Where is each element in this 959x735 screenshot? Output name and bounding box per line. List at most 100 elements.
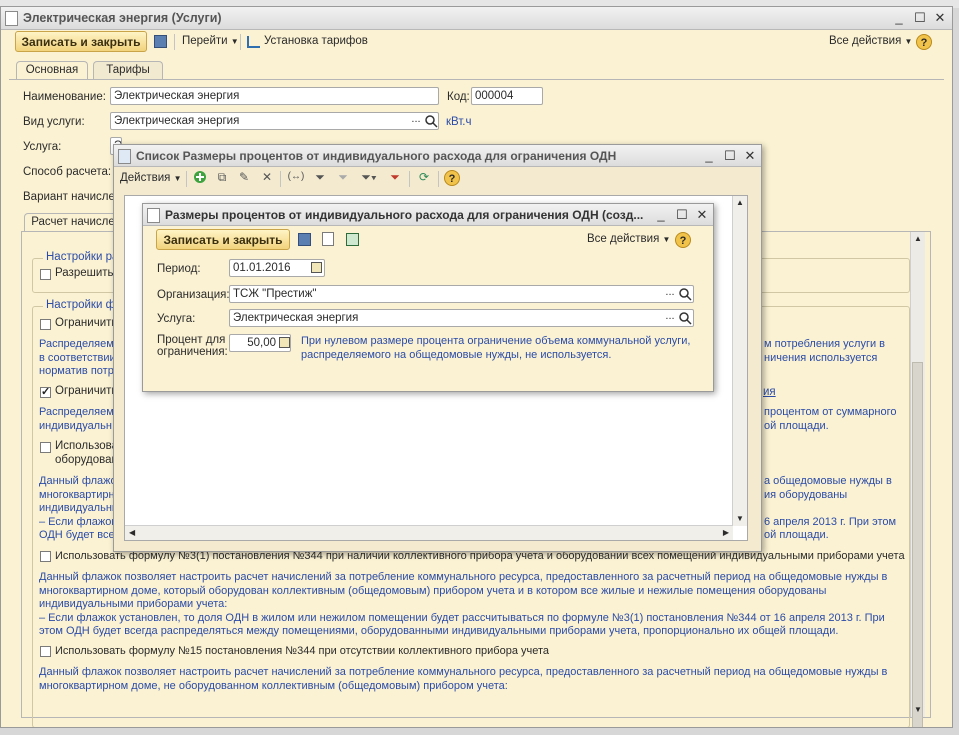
filter-icon[interactable]: ⏷	[311, 168, 329, 186]
help-icon[interactable]: ?	[916, 34, 932, 50]
formula15-label: Использовать формулу №15 постановления №…	[55, 645, 550, 657]
scroll-left-icon[interactable]: ◀	[129, 526, 135, 540]
post-icon[interactable]	[346, 233, 359, 246]
calendar-icon[interactable]	[311, 262, 322, 273]
percent-label-line: ограничения:	[157, 346, 228, 358]
settings-group-1-title: Настройки ра	[43, 251, 122, 263]
interval-icon[interactable]: (↔)	[286, 168, 306, 186]
tab-line	[9, 79, 944, 80]
desc3-line: индивидуальны	[39, 502, 120, 514]
minimize-icon[interactable]: _	[653, 207, 669, 222]
formula3-checkbox[interactable]	[40, 551, 51, 562]
select-button[interactable]: ...	[661, 285, 679, 303]
limit-label-1: Ограничить	[55, 317, 118, 329]
help-icon[interactable]: ?	[444, 170, 460, 186]
close-icon[interactable]: ✕	[742, 148, 758, 163]
chart-icon	[247, 36, 260, 48]
allow-label: Разрешить	[55, 267, 114, 279]
dialog-service-field[interactable]: Электрическая энергия	[229, 309, 694, 327]
filter-clear-icon[interactable]: ⏷	[386, 168, 404, 186]
formula15-checkbox[interactable]	[40, 646, 51, 657]
unit-link[interactable]: кВт.ч	[446, 116, 472, 128]
calc-method-label: Способ расчета:	[23, 166, 112, 178]
dialog-all-actions-label: Все действия	[587, 233, 660, 245]
minimize-icon[interactable]: _	[701, 148, 717, 163]
scroll-right-icon[interactable]: ▶	[723, 526, 729, 540]
name-field[interactable]: Электрическая энергия	[110, 87, 439, 105]
limit-checkbox-2[interactable]	[40, 385, 51, 398]
select-button[interactable]: ...	[407, 112, 425, 130]
close-icon[interactable]: ✕	[932, 10, 948, 25]
minimize-icon[interactable]: _	[891, 10, 907, 25]
scroll-thumb[interactable]	[912, 362, 923, 727]
refresh-icon[interactable]: ⟳	[415, 168, 433, 186]
tab-tariffs[interactable]: Тарифы	[93, 61, 163, 80]
maximize-icon[interactable]: ☐	[722, 148, 738, 163]
main-scrollbar[interactable]: ▲ ▼	[910, 232, 925, 727]
desc1-right-line: ничения используется	[764, 351, 878, 364]
delete-icon[interactable]: ✕	[259, 168, 275, 186]
list-scrollbar[interactable]: ▲ ▼	[732, 196, 747, 526]
save-icon[interactable]	[154, 35, 167, 48]
allow-checkbox[interactable]	[40, 269, 51, 280]
add-icon[interactable]	[192, 168, 208, 189]
desc2-right-line: ой площади.	[764, 419, 829, 432]
dialog-save-close-button[interactable]: Записать и закрыть	[156, 229, 290, 250]
dialog-all-actions-menu[interactable]: Все действия ▼	[587, 233, 670, 245]
desc1-right: м потребления услуги в ничения используе…	[764, 338, 885, 365]
chevron-down-icon: ▼	[662, 235, 671, 244]
goto-menu[interactable]: Перейти ▼	[182, 35, 239, 47]
chevron-down-icon: ▼	[230, 37, 239, 46]
help-icon[interactable]: ?	[675, 232, 691, 248]
edit-icon[interactable]: ✎	[236, 168, 252, 186]
dialog-titlebar: Размеры процентов от индивидуального рас…	[143, 204, 713, 226]
tab-calc[interactable]: Расчет начисле	[24, 213, 122, 232]
filter-disabled-icon[interactable]: ⏷	[334, 168, 352, 186]
org-field[interactable]: ТСЖ "Престиж"	[229, 285, 694, 303]
toolbar-separator	[186, 171, 187, 187]
search-icon[interactable]	[678, 287, 692, 301]
dialog-service-label: Услуга:	[157, 313, 196, 325]
dialog-window: Размеры процентов от индивидуального рас…	[142, 203, 714, 392]
scroll-up-icon[interactable]: ▲	[733, 196, 747, 210]
use-checkbox[interactable]	[40, 442, 51, 453]
maximize-icon[interactable]: ☐	[912, 10, 928, 25]
toolbar-separator	[174, 34, 175, 50]
limit-link[interactable]: ия	[763, 386, 776, 398]
select-button[interactable]: ...	[661, 309, 679, 327]
save-close-button[interactable]: Записать и закрыть	[15, 31, 147, 52]
desc3-right-line: ия оборудованы	[764, 488, 848, 501]
scroll-down-icon[interactable]: ▼	[733, 512, 747, 526]
scroll-down-icon[interactable]: ▼	[911, 703, 925, 717]
desc2-line: индивидуальн	[39, 419, 112, 432]
scroll-up-icon[interactable]: ▲	[911, 232, 925, 246]
search-icon[interactable]	[424, 114, 438, 128]
calc-variant-label: Вариант начислен	[23, 191, 122, 203]
service-type-field[interactable]: Электрическая энергия	[110, 112, 439, 130]
list-actions-menu[interactable]: Действия ▼	[120, 172, 182, 184]
maximize-icon[interactable]: ☐	[674, 207, 690, 222]
save-icon[interactable]	[298, 233, 311, 246]
document-icon	[5, 11, 18, 26]
desc2-line: Распределяем	[39, 406, 114, 418]
list-hscrollbar[interactable]: ◀ ▶	[125, 525, 733, 540]
limit-checkbox-1[interactable]	[40, 319, 51, 330]
percent-label-line: Процент для	[157, 334, 226, 346]
copy-icon[interactable]: ⧉	[214, 168, 230, 186]
filter-list-icon[interactable]: ⏷▾	[357, 168, 381, 186]
all-actions-menu[interactable]: Все действия ▼	[829, 35, 912, 47]
calculator-icon[interactable]	[279, 337, 290, 348]
tab-main[interactable]: Основная	[16, 61, 88, 80]
desc3-line: ОДН будет все	[39, 529, 115, 541]
desc3-right-line: а общедомовые нужды в	[764, 475, 892, 487]
desc2-right-line: процентом от суммарного	[764, 406, 897, 418]
service-label: Услуга:	[23, 141, 62, 153]
search-icon[interactable]	[678, 311, 692, 325]
use-label: Использова	[55, 440, 119, 452]
tariffs-button[interactable]: Установка тарифов	[264, 35, 368, 47]
close-icon[interactable]: ✕	[694, 207, 710, 222]
formula15-desc: Данный флажок позволяет настроить расчет…	[39, 666, 887, 693]
code-field[interactable]: 000004	[471, 87, 543, 105]
all-actions-label: Все действия	[829, 35, 902, 47]
save-new-icon[interactable]	[322, 232, 334, 246]
